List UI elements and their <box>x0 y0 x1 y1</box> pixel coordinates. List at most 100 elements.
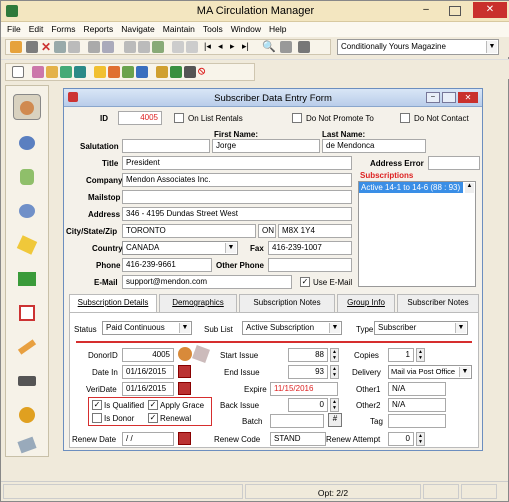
tab-demographics[interactable]: Demographics <box>159 294 237 312</box>
subscriber-icon[interactable] <box>13 94 41 120</box>
donor-lookup-icon[interactable] <box>178 347 192 361</box>
donor-id-field[interactable]: 4005 <box>122 348 174 362</box>
magazine-select[interactable]: Conditionally Yours Magazine ▼ <box>337 39 499 55</box>
form-minimize-icon[interactable]: – <box>426 92 440 103</box>
menu-item-tools[interactable]: Tools <box>203 24 223 34</box>
globe-icon[interactable] <box>122 66 134 78</box>
preview-icon[interactable] <box>102 41 114 53</box>
tab-subscription-details[interactable]: Subscription Details <box>69 294 157 312</box>
chevron-down-icon[interactable]: ▼ <box>486 41 497 53</box>
last-record-icon[interactable]: ▸| <box>242 41 249 52</box>
fax-field[interactable]: 416-239-1007 <box>268 241 352 255</box>
copy-icon[interactable] <box>138 41 150 53</box>
menu-item-maintain[interactable]: Maintain <box>163 24 195 34</box>
redo-icon[interactable] <box>172 41 184 53</box>
back-issue-spinner[interactable]: ▲ ▼ <box>330 398 339 412</box>
delete-icon[interactable]: ✕ <box>41 40 51 54</box>
save-icon[interactable] <box>54 41 66 53</box>
title-field[interactable]: President <box>122 156 352 170</box>
renew-date-field[interactable]: / / <box>122 432 174 446</box>
print-icon[interactable] <box>88 41 100 53</box>
prev-record-icon[interactable]: ◂ <box>218 41 223 52</box>
salutation-field[interactable] <box>122 139 210 153</box>
sort-icon[interactable] <box>298 41 310 53</box>
menu-item-help[interactable]: Help <box>269 24 286 34</box>
country-select[interactable]: CANADA ▼ <box>122 241 238 255</box>
copies-spinner[interactable]: ▲ ▼ <box>416 348 425 362</box>
start-issue-spinner[interactable]: ▲ ▼ <box>330 348 339 362</box>
next-record-icon[interactable]: ▸ <box>230 41 235 52</box>
do-not-promote-checkbox[interactable] <box>292 113 302 123</box>
veridate-field[interactable]: 01/16/2015 <box>122 382 174 396</box>
menu-item-navigate[interactable]: Navigate <box>121 24 155 34</box>
status-chevron-icon[interactable]: ▼ <box>179 323 190 333</box>
menu-item-file[interactable]: File <box>7 24 21 34</box>
sublist-chevron-icon[interactable]: ▼ <box>329 323 340 333</box>
filter-icon[interactable] <box>280 41 292 53</box>
country-chevron-icon[interactable]: ▼ <box>225 243 236 253</box>
group-icon[interactable] <box>13 130 41 156</box>
home-icon[interactable] <box>156 66 168 78</box>
stop-icon[interactable]: ⦸ <box>198 65 205 78</box>
phone-field[interactable]: 416-239-9661 <box>122 258 212 272</box>
minimize-icon[interactable]: – <box>420 5 432 16</box>
batch-button[interactable]: # <box>328 413 342 427</box>
renew-code-field[interactable]: STAND <box>270 432 326 446</box>
tab-group-info[interactable]: Group Info <box>337 294 395 312</box>
tag-icon[interactable] <box>46 66 58 78</box>
email-field[interactable]: support@mendon.com <box>122 275 292 289</box>
use-email-checkbox[interactable]: ✓ <box>300 277 310 287</box>
list-icon[interactable] <box>170 66 182 78</box>
delivery-chevron-icon[interactable]: ▼ <box>459 367 470 377</box>
renew-attempt-field[interactable]: 0 <box>388 432 414 446</box>
save-record-icon[interactable] <box>26 41 38 53</box>
chart-icon[interactable] <box>108 66 120 78</box>
calendar-icon[interactable] <box>13 300 41 326</box>
maximize-icon[interactable] <box>449 6 461 16</box>
back-issue-field[interactable]: 0 <box>288 398 328 412</box>
paste-icon[interactable] <box>152 41 164 53</box>
date-in-field[interactable]: 01/16/2015 <box>122 365 174 379</box>
network-icon[interactable] <box>13 266 41 292</box>
subscription-item[interactable]: Active 14-1 to 14-6 (88 : 93) <box>359 182 463 193</box>
copies-field[interactable]: 1 <box>388 348 414 362</box>
start-issue-field[interactable]: 88 <box>288 348 328 362</box>
on-list-rentals-checkbox[interactable] <box>174 113 184 123</box>
undo2-icon[interactable] <box>186 41 198 53</box>
menu-item-window[interactable]: Window <box>231 24 261 34</box>
address-field[interactable]: 346 - 4195 Dundas Street West <box>122 207 352 221</box>
form-close-icon[interactable]: ✕ <box>458 92 478 103</box>
other2-field[interactable]: N/A <box>388 398 446 412</box>
zip-field[interactable]: M8X 1Y4 <box>278 224 352 238</box>
menu-item-forms[interactable]: Forms <box>51 24 75 34</box>
veridate-calendar-icon[interactable] <box>178 382 191 395</box>
star-icon[interactable] <box>94 66 106 78</box>
find-icon[interactable]: 🔍 <box>262 40 276 53</box>
first-record-icon[interactable]: |◂ <box>204 41 211 52</box>
users-icon[interactable] <box>13 198 41 224</box>
do-not-contact-checkbox[interactable] <box>400 113 410 123</box>
address-error-field[interactable] <box>428 156 480 170</box>
apply-grace-checkbox[interactable]: ✓ <box>148 400 158 410</box>
pencil-icon[interactable] <box>13 334 41 360</box>
undo-icon[interactable] <box>68 41 80 53</box>
people-icon[interactable] <box>60 66 72 78</box>
state-field[interactable]: ON <box>258 224 276 238</box>
calculator-icon[interactable] <box>74 66 86 78</box>
mailstop-field[interactable] <box>122 190 352 204</box>
expire-field[interactable]: 11/15/2016 <box>270 382 338 396</box>
end-issue-field[interactable]: 93 <box>288 365 328 379</box>
end-issue-spinner[interactable]: ▲ ▼ <box>330 365 339 379</box>
menu-item-edit[interactable]: Edit <box>29 24 44 34</box>
renewal-checkbox[interactable]: ✓ <box>148 413 158 423</box>
is-qualified-checkbox[interactable]: ✓ <box>92 400 102 410</box>
company-field[interactable]: Mendon Associates Inc. <box>122 173 352 187</box>
scanner-icon[interactable] <box>13 368 41 394</box>
new-icon[interactable] <box>10 41 22 53</box>
cards-icon[interactable] <box>13 432 41 458</box>
badge-icon[interactable] <box>13 402 41 428</box>
close-icon[interactable]: ✕ <box>473 2 507 18</box>
city-field[interactable]: TORONTO <box>122 224 256 238</box>
first-name-field[interactable]: Jorge <box>212 139 320 153</box>
id-field[interactable]: 4005 <box>118 111 162 125</box>
